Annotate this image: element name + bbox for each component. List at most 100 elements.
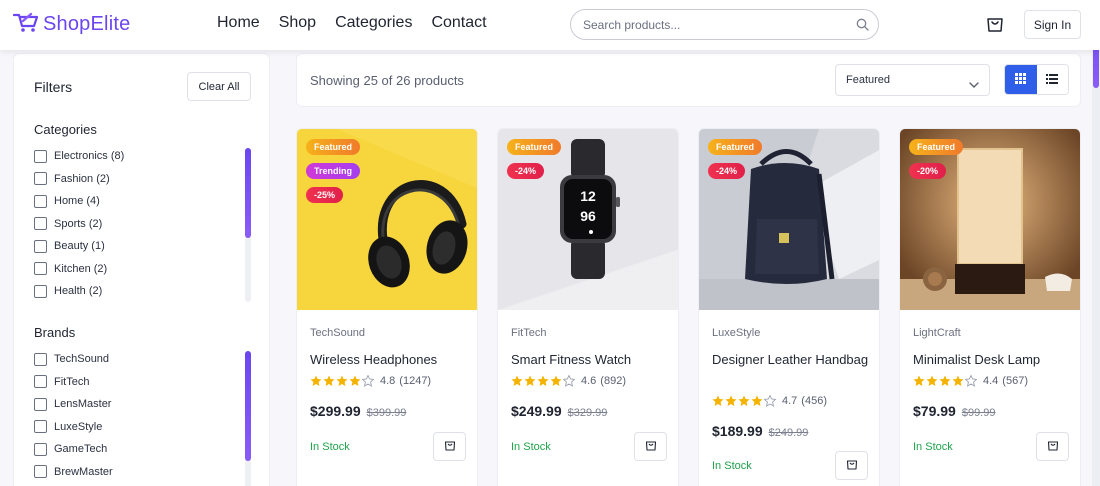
product-name[interactable]: Wireless Headphones [310,350,470,370]
cart-icon [846,458,858,473]
star-icon [349,375,361,386]
original-price: $99.99 [961,407,996,419]
brands-scrollbar-thumb[interactable] [245,351,251,461]
star-rating [310,375,374,387]
stock-status: In Stock [310,441,350,453]
categories-scrollbar-thumb[interactable] [245,148,251,238]
category-health[interactable]: Health (2) [34,280,244,303]
category-electronics[interactable]: Electronics (8) [34,145,244,168]
checkbox[interactable] [34,442,47,456]
product-image-lamp[interactable] [900,129,1080,310]
category-home[interactable]: Home (4) [34,190,244,213]
checkbox[interactable] [34,262,47,276]
checkbox[interactable] [34,375,47,389]
nav-categories[interactable]: Categories [335,14,412,32]
view-toggle [1004,64,1069,95]
result-count: Showing 25 of 26 products [310,73,464,88]
star-icon [712,395,724,406]
discount-badge: -20% [909,163,947,179]
star-icon [751,395,763,406]
checkbox[interactable] [34,397,47,411]
product-rating: 4.4 (567) [913,375,1028,387]
category-kitchen[interactable]: Kitchen (2) [34,258,244,281]
category-beauty[interactable]: Beauty (1) [34,235,244,258]
product-rating: 4.8 (1247) [310,375,431,387]
product-card[interactable]: 12 96 Featured -24% FitTech Smart Fitnes… [497,128,679,486]
category-label: Health (2) [54,285,103,298]
product-image-backpack[interactable] [699,129,879,310]
checkbox[interactable] [34,217,47,231]
star-outline-icon [965,375,977,387]
brand-lensmaster[interactable]: LensMaster [34,393,244,416]
star-rating [511,375,575,387]
featured-badge: Featured [708,139,763,155]
rating-value: 4.8 [380,375,396,387]
nav-contact[interactable]: Contact [431,14,486,32]
brand-techsound[interactable]: TechSound [34,348,244,371]
page-scrollbar[interactable] [1092,0,1100,486]
logo-cart-icon [12,11,39,38]
add-to-cart-button[interactable] [433,432,466,461]
logo[interactable]: ShopElite [12,11,131,38]
logo-text: ShopElite [43,13,131,35]
product-rating: 4.7 (456) [712,395,827,407]
categories-scrollbar[interactable] [245,148,251,302]
add-to-cart-button[interactable] [835,451,868,480]
category-label: Electronics (8) [54,150,125,163]
brand-label: GameTech [54,443,108,456]
category-sports[interactable]: Sports (2) [34,213,244,236]
search-input[interactable] [583,16,843,34]
star-icon [524,375,536,386]
brand-brewmaster[interactable]: BrewMaster [34,461,244,484]
stock-status: In Stock [712,460,752,472]
checkbox[interactable] [34,284,47,298]
category-list: Electronics (8) Fashion (2) Home (4) Spo… [34,145,244,303]
discount-badge: -25% [306,187,344,203]
product-card[interactable]: Featured -20% LightCraft Minimalist Desk… [899,128,1081,486]
star-icon [511,375,523,386]
product-name[interactable]: Designer Leather Handbag [712,350,872,370]
star-rating [712,395,776,407]
product-card[interactable]: Featured -24% LuxeStyle Designer Leather… [698,128,880,486]
nav-home[interactable]: Home [217,14,260,32]
product-card[interactable]: Featured Trending -25% TechSound Wireles… [296,128,478,486]
checkbox[interactable] [34,420,47,434]
review-count: (456) [801,395,827,407]
checkbox[interactable] [34,149,47,163]
add-to-cart-button[interactable] [1036,432,1069,461]
checkbox[interactable] [34,239,47,253]
featured-badge: Featured [909,139,964,155]
brands-scrollbar[interactable] [245,351,251,486]
grid-view-button[interactable] [1005,65,1037,94]
star-icon [336,375,348,386]
checkbox[interactable] [34,172,47,186]
clear-all-button[interactable]: Clear All [187,72,251,101]
brand-luxestyle[interactable]: LuxeStyle [34,416,244,439]
add-to-cart-button[interactable] [634,432,667,461]
brand-gametech[interactable]: GameTech [34,438,244,461]
category-fashion[interactable]: Fashion (2) [34,168,244,191]
grid-icon [1015,71,1027,89]
product-image-headphones[interactable] [297,129,477,310]
brand-fittech[interactable]: FitTech [34,371,244,394]
rating-value: 4.6 [581,375,597,387]
nav-shop[interactable]: Shop [279,14,316,32]
sort-select[interactable]: Featured [835,64,990,96]
price-row: $299.99 $399.99 [310,403,406,419]
checkbox[interactable] [34,352,47,366]
checkbox[interactable] [34,194,47,208]
cart-icon[interactable] [985,14,1005,39]
product-name[interactable]: Smart Fitness Watch [511,350,671,370]
sign-in-button[interactable]: Sign In [1024,10,1081,39]
product-price: $189.99 [712,423,763,439]
product-price: $79.99 [913,403,956,419]
star-icon [913,375,925,386]
search-icon[interactable] [856,18,869,36]
product-name[interactable]: Minimalist Desk Lamp [913,350,1073,370]
product-image-watch[interactable]: 12 96 [498,129,678,310]
filters-sidebar: Filters Clear All Categories Electronics… [13,53,270,486]
list-view-button[interactable] [1036,65,1068,94]
checkbox[interactable] [34,465,47,479]
original-price: $329.99 [567,407,608,419]
review-count: (1247) [399,375,432,387]
